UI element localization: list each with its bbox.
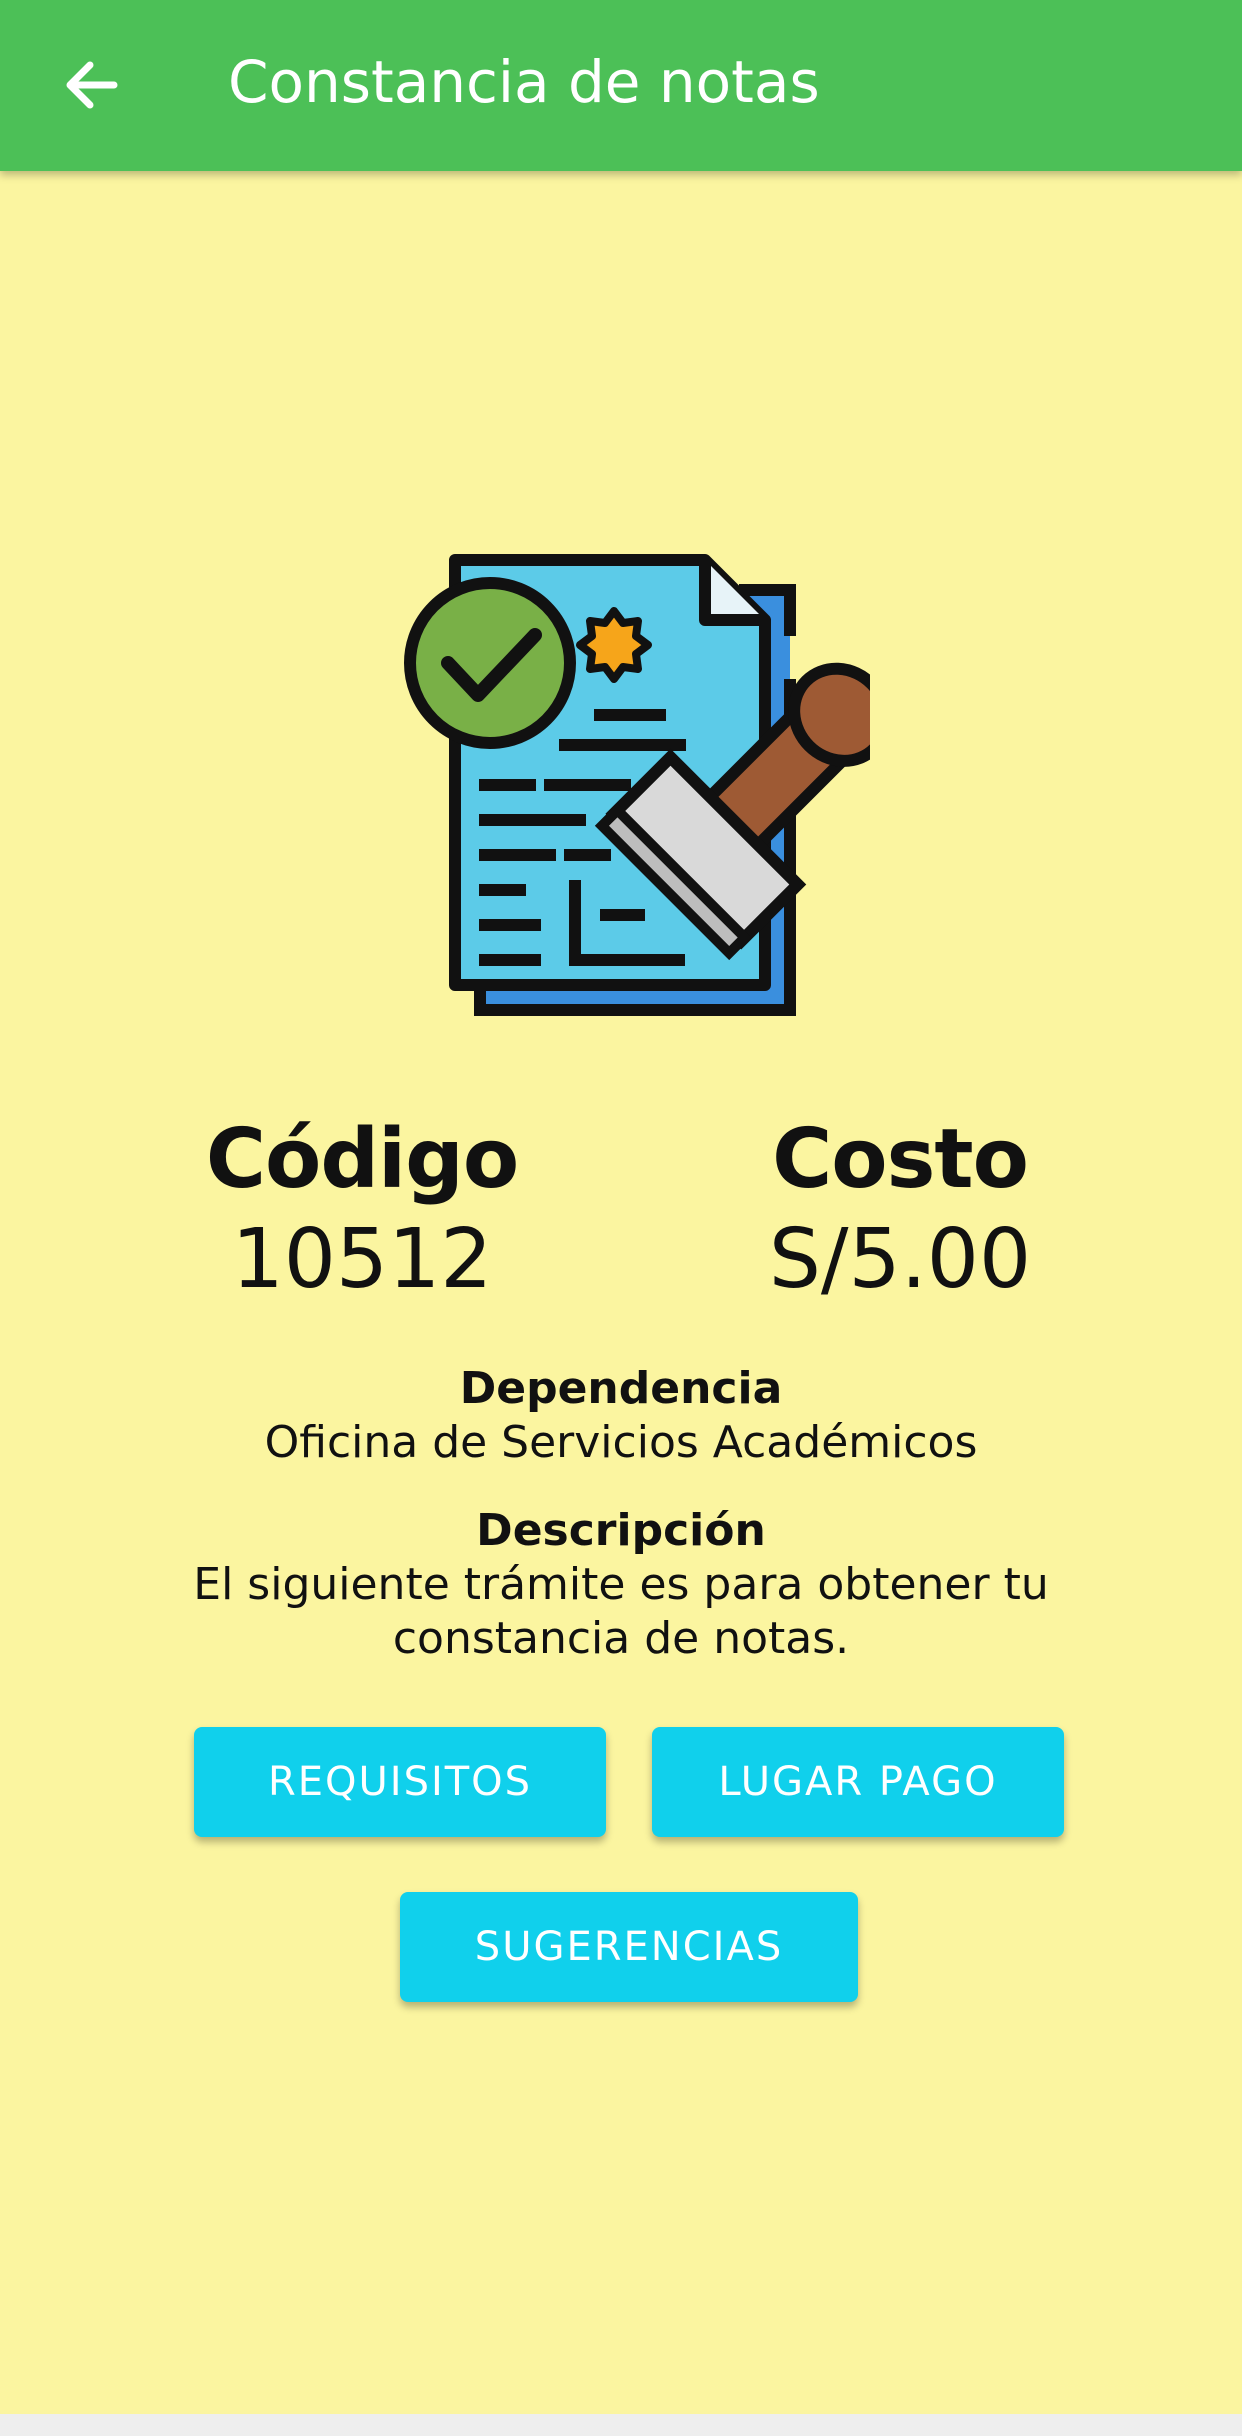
descripcion-label: Descripción — [476, 1505, 766, 1556]
lugar-pago-button[interactable]: LUGAR PAGO — [652, 1727, 1064, 1837]
codigo-value: 10512 — [231, 1212, 493, 1307]
descripcion-block: Descripción El siguiente trámite es para… — [60, 1504, 1182, 1666]
costo-block: Costo S/5.00 — [660, 1110, 1140, 1310]
dependencia-block: Dependencia Oficina de Servicios Académi… — [60, 1362, 1182, 1470]
certificate-document-icon — [390, 545, 893, 1025]
back-button[interactable] — [44, 40, 140, 130]
sugerencias-button[interactable]: SUGERENCIAS — [400, 1892, 858, 2002]
descripcion-line-1: El siguiente trámite es para obtener tu — [193, 1559, 1049, 1610]
dependencia-label: Dependencia — [459, 1363, 783, 1414]
bottom-edge — [0, 2414, 1242, 2436]
costo-value: S/5.00 — [768, 1212, 1032, 1307]
arrow-left-icon — [66, 61, 118, 109]
codigo-block: Código 10512 — [122, 1110, 602, 1310]
costo-label: Costo — [772, 1112, 1029, 1207]
page-title: Constancia de notas — [228, 48, 820, 116]
app-bar: Constancia de notas — [0, 0, 1242, 171]
requisitos-button[interactable]: REQUISITOS — [194, 1727, 606, 1837]
codigo-label: Código — [205, 1112, 519, 1207]
dependencia-value: Oficina de Servicios Académicos — [264, 1417, 978, 1468]
descripcion-line-2: constancia de notas. — [392, 1613, 850, 1664]
